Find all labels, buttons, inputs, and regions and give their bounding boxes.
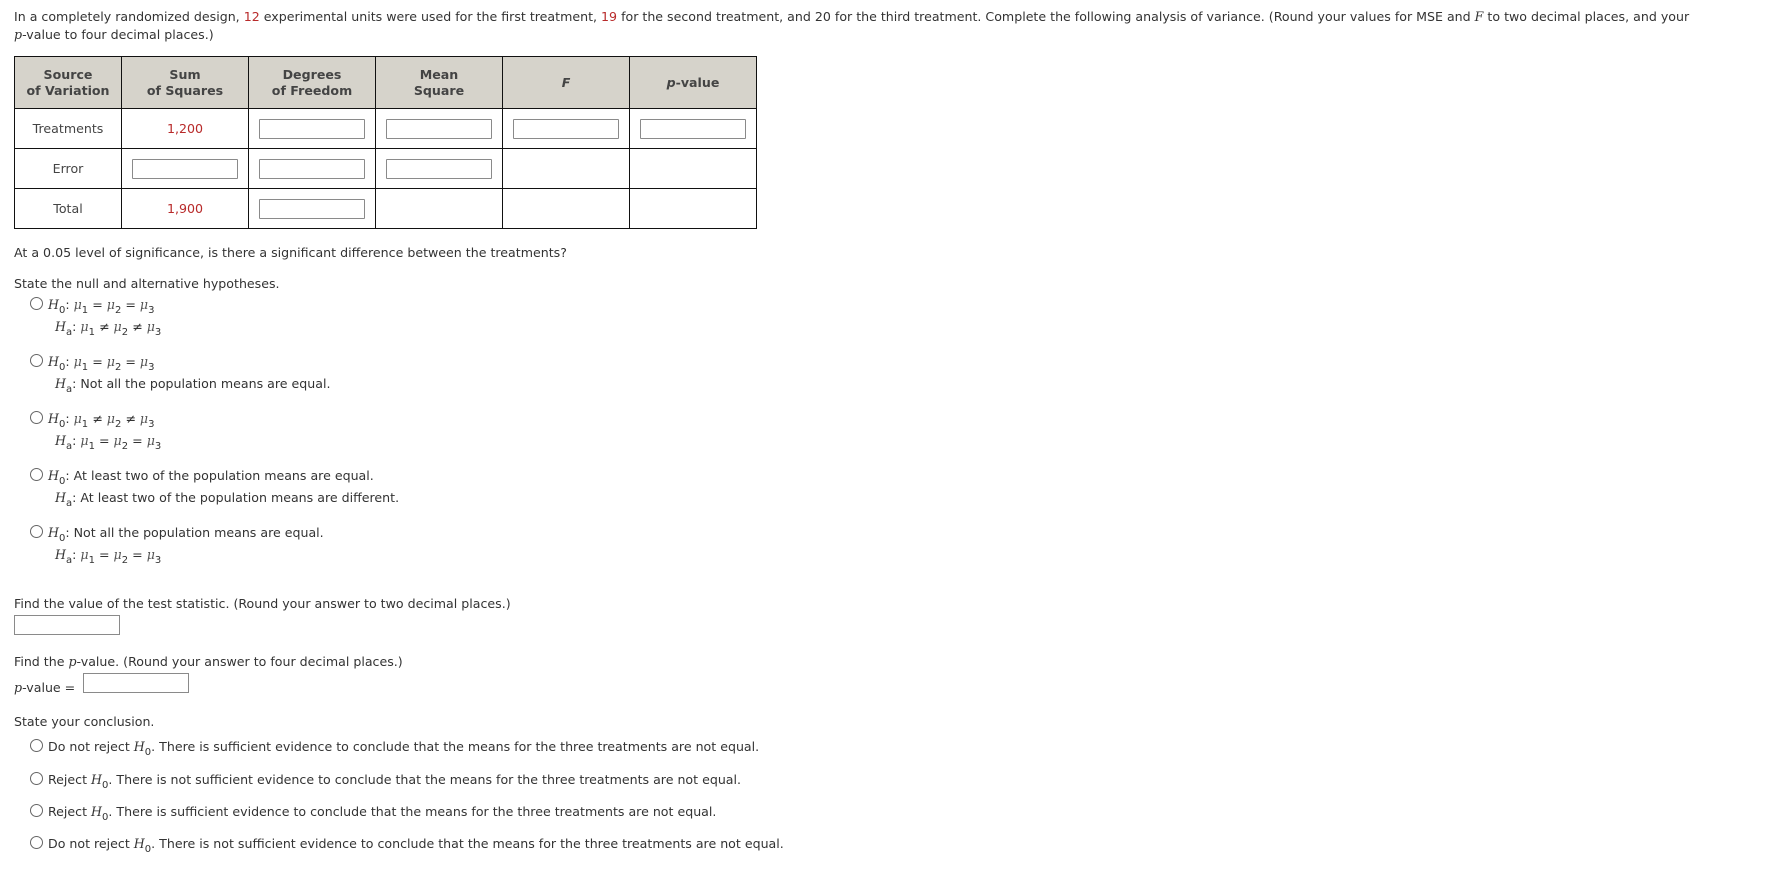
radio-button[interactable] (30, 739, 43, 752)
ss-treatments-value: 1,200 (166, 121, 204, 136)
df-total-input[interactable] (259, 198, 365, 219)
conclusion-option-1[interactable]: Do not reject H0. There is sufficient ev… (30, 739, 759, 758)
hypothesis-option-5[interactable]: H0: Not all the population means are equ… (30, 525, 324, 566)
empty-cell (502, 148, 630, 189)
anova-table: Source of Variation Sum of Squares Degrees… (14, 56, 757, 229)
radio-button[interactable] (30, 297, 43, 310)
n-treatment-1: 12 (243, 9, 260, 24)
alternative-hypothesis: Ha: μ1 = μ2 = μ3 (55, 433, 162, 452)
row-label: Total (53, 201, 83, 216)
null-hypothesis: H0: μ1 = μ2 = μ3 (30, 354, 154, 373)
test-statistic-input[interactable] (14, 615, 120, 635)
header-sum-of-squares: Sum of Squares (121, 56, 249, 109)
radio-button[interactable] (30, 804, 43, 817)
radio-button[interactable] (30, 525, 43, 538)
header-degrees-of-freedom: Degrees of Freedom (248, 56, 376, 109)
p-value-label: p-value = (14, 680, 76, 695)
table-row-treatments: Treatments 1,200 (14, 108, 757, 149)
conclusion-option-2[interactable]: Reject H0. There is not sufficient evide… (30, 772, 741, 791)
hypothesis-option-2[interactable]: H0: μ1 = μ2 = μ3 Ha: Not all the populati… (30, 354, 330, 395)
header-f: F (502, 56, 630, 109)
p-value-table-input[interactable] (640, 118, 746, 139)
n-treatment-2: 19 (601, 9, 618, 24)
ms-treatments-input[interactable] (386, 118, 492, 139)
null-hypothesis: H0: μ1 ≠ μ2 ≠ μ3 (30, 411, 154, 430)
null-hypothesis: H0: Not all the population means are equ… (30, 525, 324, 544)
empty-cell (375, 188, 503, 229)
ss-error-input[interactable] (132, 158, 238, 179)
header-mean-square: Mean Square (375, 56, 503, 109)
radio-button[interactable] (30, 468, 43, 481)
radio-button[interactable] (30, 836, 43, 849)
ss-total-value: 1,900 (166, 201, 204, 216)
alternative-hypothesis: Ha: At least two of the population means… (55, 490, 400, 509)
df-treatments-input[interactable] (259, 118, 365, 139)
significance-question: At a 0.05 level of significance, is ther… (14, 245, 567, 260)
null-hypothesis: H0: At least two of the population means… (30, 468, 374, 487)
alternative-hypothesis: Ha: Not all the population means are equ… (55, 376, 331, 395)
table-row-error: Error (14, 148, 757, 189)
row-label: Error (52, 161, 84, 176)
empty-cell (502, 188, 630, 229)
p-value-prompt: Find the p-value. (Round your answer to … (14, 654, 403, 669)
hypothesis-option-3[interactable]: H0: μ1 ≠ μ2 ≠ μ3 Ha: μ1 = μ2 = μ3 (30, 411, 161, 452)
empty-cell (629, 148, 757, 189)
conclusion-prompt: State your conclusion. (14, 714, 155, 729)
header-source: Source of Variation (14, 56, 122, 109)
row-label: Treatments (32, 121, 104, 136)
table-row-total: Total 1,900 (14, 188, 757, 229)
p-value-input[interactable] (83, 673, 189, 693)
radio-button[interactable] (30, 772, 43, 785)
radio-button[interactable] (30, 354, 43, 367)
table-header-row: Source of Variation Sum of Squares Degrees… (14, 56, 757, 109)
question-page: In a completely randomized design, 12 ex… (14, 8, 1774, 855)
hypothesis-option-1[interactable]: H0: μ1 = μ2 = μ3 Ha: μ1 ≠ μ2 ≠ μ3 (30, 297, 161, 338)
null-hypothesis: H0: μ1 = μ2 = μ3 (30, 297, 154, 316)
alternative-hypothesis: Ha: μ1 ≠ μ2 ≠ μ3 (55, 319, 162, 338)
problem-statement: In a completely randomized design, 12 ex… (14, 9, 1690, 42)
alternative-hypothesis: Ha: μ1 = μ2 = μ3 (55, 547, 162, 566)
conclusion-option-3[interactable]: Reject H0. There is sufficient evidence … (30, 804, 716, 823)
hypothesis-option-4[interactable]: H0: At least two of the population means… (30, 468, 399, 509)
f-input[interactable] (513, 118, 619, 139)
empty-cell (629, 188, 757, 229)
df-error-input[interactable] (259, 158, 365, 179)
ms-error-input[interactable] (386, 158, 492, 179)
conclusion-option-4[interactable]: Do not reject H0. There is not sufficien… (30, 836, 784, 855)
radio-button[interactable] (30, 411, 43, 424)
header-p-value: p-value (629, 56, 757, 109)
test-statistic-prompt: Find the value of the test statistic. (R… (14, 596, 511, 611)
hypotheses-prompt: State the null and alternative hypothese… (14, 276, 280, 291)
